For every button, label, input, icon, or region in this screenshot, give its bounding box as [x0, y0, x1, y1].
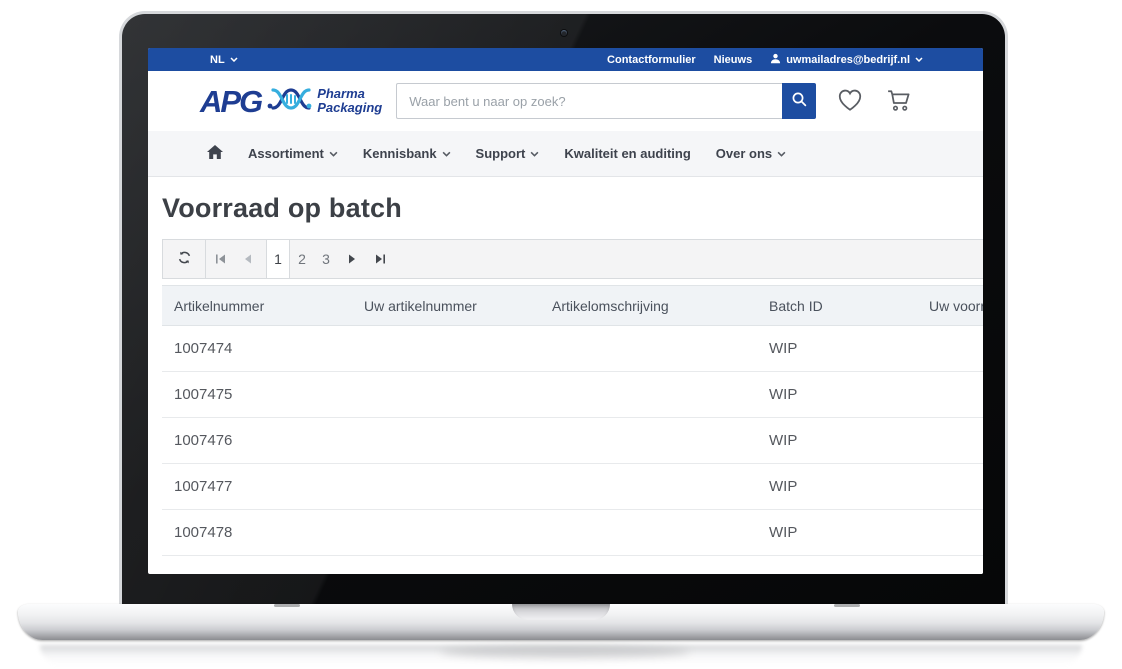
next-page-button[interactable]: [338, 240, 366, 278]
account-email: uwmailadres@bedrijf.nl: [786, 54, 910, 66]
link-contactformulier[interactable]: Contactformulier: [607, 54, 696, 66]
utility-links: Contactformulier Nieuws uwmailadres@bedr…: [607, 53, 923, 67]
nav-assortiment[interactable]: Assortiment: [248, 146, 338, 161]
laptop-reflection: [40, 645, 1082, 665]
page-number-1[interactable]: 1: [266, 240, 290, 278]
search-input[interactable]: [396, 83, 782, 119]
grid-toolbar: 1 2 3: [162, 239, 983, 279]
language-label: NL: [210, 54, 225, 66]
page-number-3[interactable]: 3: [314, 240, 338, 278]
refresh-icon: [177, 250, 192, 268]
prev-page-button[interactable]: [234, 240, 262, 278]
header-icons: [837, 88, 912, 115]
webcam: [561, 30, 567, 36]
site-header: APG Pharma Packaging: [148, 71, 983, 131]
table-row: 1007474 WIP: [162, 326, 983, 372]
screen: NL Contactformulier Nieuws uwmailadres@b…: [148, 48, 983, 574]
last-page-button[interactable]: [366, 240, 394, 278]
logo-acronym: APG: [200, 86, 261, 117]
table-row-partial: [162, 556, 983, 575]
table-header: Artikelnummer Uw artikelnummer Artikelom…: [162, 286, 983, 326]
batch-grid: 1 2 3: [162, 239, 983, 574]
nav-kennisbank[interactable]: Kennisbank: [363, 146, 451, 161]
prev-page-icon: [244, 252, 252, 267]
logo[interactable]: APG Pharma Packaging: [200, 84, 382, 119]
next-page-icon: [348, 252, 356, 267]
table-row: 1007478 WIP: [162, 510, 983, 556]
wishlist-button[interactable]: [837, 88, 863, 115]
search-icon: [791, 91, 808, 111]
first-page-icon: [215, 252, 226, 267]
logo-tagline: Pharma Packaging: [317, 87, 382, 115]
laptop-lid: NL Contactformulier Nieuws uwmailadres@b…: [119, 11, 1008, 605]
home-icon: [207, 145, 223, 162]
nav-support[interactable]: Support: [476, 146, 540, 161]
language-selector[interactable]: NL: [210, 54, 238, 66]
lid-notch: [512, 604, 610, 620]
first-page-button[interactable]: [206, 240, 234, 278]
heart-icon: [837, 88, 863, 115]
refresh-button[interactable]: [163, 240, 205, 278]
table-row: 1007476 WIP: [162, 418, 983, 464]
utility-bar: NL Contactformulier Nieuws uwmailadres@b…: [148, 48, 983, 71]
search-button[interactable]: [782, 83, 816, 119]
chevron-down-icon: [777, 151, 786, 157]
table-row: 1007475 WIP: [162, 372, 983, 418]
account-menu[interactable]: uwmailadres@bedrijf.nl: [770, 53, 923, 67]
nav-home[interactable]: [207, 145, 223, 162]
col-artikelomschrijving: Artikelomschrijving: [540, 286, 757, 326]
search-bar: [396, 83, 816, 119]
col-uw-voorraad: Uw voorraad: [917, 286, 983, 326]
main-nav: Assortiment Kennisbank Support Kwaliteit…: [148, 131, 983, 177]
table-row: 1007477 WIP: [162, 464, 983, 510]
chevron-down-icon: [329, 151, 338, 157]
col-batch-id: Batch ID: [757, 286, 917, 326]
last-page-icon: [375, 252, 386, 267]
dna-helix-icon: [266, 84, 312, 119]
chevron-down-icon: [530, 151, 539, 157]
link-nieuws[interactable]: Nieuws: [714, 54, 753, 66]
chevron-down-icon: [442, 151, 451, 157]
nav-over-ons[interactable]: Over ons: [716, 146, 786, 161]
col-artikelnummer: Artikelnummer: [162, 286, 352, 326]
laptop-mockup: NL Contactformulier Nieuws uwmailadres@b…: [0, 0, 1122, 669]
content: Voorraad op batch: [148, 193, 983, 574]
page-number-2[interactable]: 2: [290, 240, 314, 278]
hinge-mark: [834, 604, 860, 607]
chevron-down-icon: [230, 57, 238, 62]
col-uw-artikelnummer: Uw artikelnummer: [352, 286, 540, 326]
hinge-mark: [274, 604, 300, 607]
nav-kwaliteit-en-auditing[interactable]: Kwaliteit en auditing: [564, 146, 690, 161]
user-icon: [770, 53, 781, 67]
cart-icon: [886, 88, 912, 115]
page-title: Voorraad op batch: [162, 193, 983, 224]
chevron-down-icon: [915, 57, 923, 62]
cart-button[interactable]: [886, 88, 912, 115]
stock-table: Artikelnummer Uw artikelnummer Artikelom…: [162, 285, 983, 574]
laptop-base: [18, 604, 1104, 640]
